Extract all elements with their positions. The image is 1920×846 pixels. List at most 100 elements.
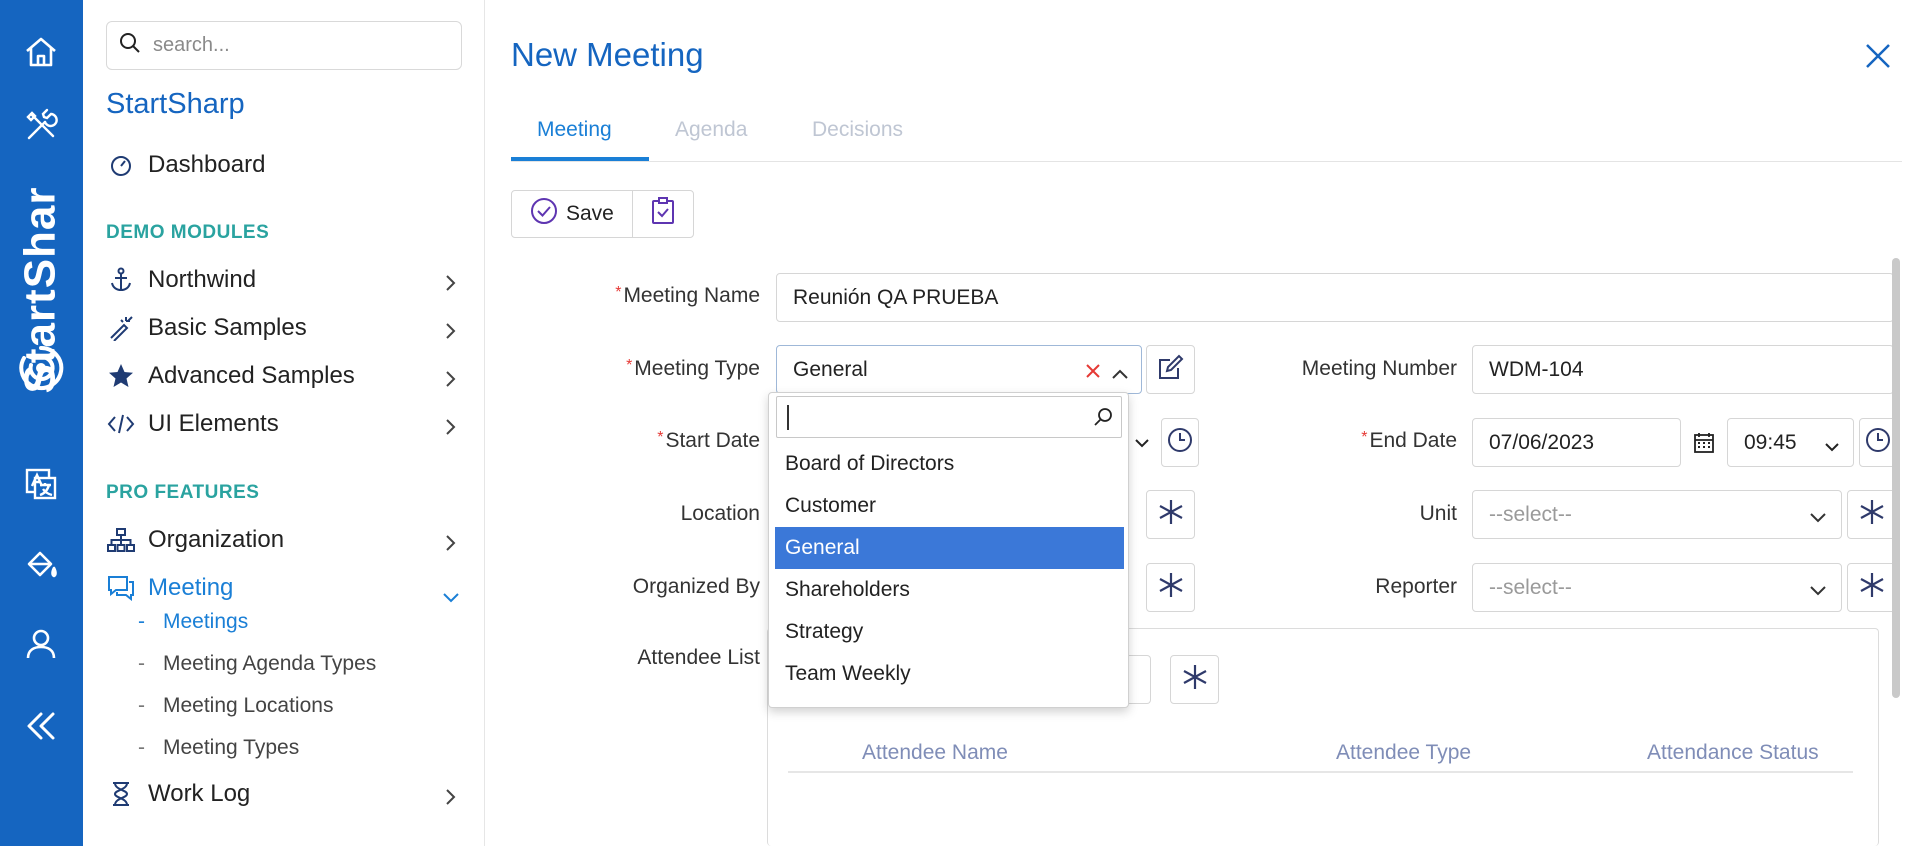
menu-label: Dashboard [148,151,266,178]
required-marker: * [657,429,664,446]
save-button[interactable]: Save [512,191,632,237]
chevron-right-icon [444,531,456,559]
meeting-type-dropdown: Board of Directors Customer General Shar… [768,392,1129,708]
sub-item-meeting-agenda-types[interactable]: - Meeting Agenda Types [138,652,376,676]
calendar-icon[interactable] [1686,418,1722,467]
label-text: Meeting Name [623,284,760,307]
menu-label: Advanced Samples [148,362,355,389]
menu-label: Northwind [148,266,257,293]
sub-item-meeting-locations[interactable]: - Meeting Locations [138,694,333,718]
meeting-type-value: General [793,357,868,381]
menu-item-northwind[interactable]: Northwind [106,262,466,298]
menu-search[interactable] [106,21,462,70]
dropdown-option[interactable]: Board of Directors [775,443,1124,485]
star-icon [106,361,136,391]
organized-by-add-button[interactable] [1146,563,1195,612]
reporter-add-button[interactable] [1847,563,1896,612]
reporter-placeholder: --select-- [1489,575,1572,599]
sub-item-meeting-types[interactable]: - Meeting Types [138,736,299,760]
edit-icon [1158,354,1184,385]
chevron-right-icon [444,415,456,443]
hourglass-icon [106,779,136,809]
required-marker: * [615,284,622,301]
close-icon[interactable] [1862,40,1894,72]
sub-item-label: Meetings [163,610,249,633]
menu-label: Work Log [148,780,251,807]
app-title[interactable]: StartSharp [106,88,245,121]
end-time-value: 09:45 [1744,430,1797,454]
unit-placeholder: --select-- [1489,502,1572,526]
edit-meeting-type-button[interactable] [1146,345,1195,394]
end-date-input[interactable]: 07/06/2023 [1472,418,1681,467]
chevron-down-icon [442,582,460,610]
brand-logo-icon [15,342,67,394]
reporter-label: Reporter [1375,575,1457,598]
asterisk-icon [1157,571,1185,604]
apply-changes-button[interactable] [631,191,693,237]
tab-meeting[interactable]: Meeting [537,118,612,142]
meeting-name-input[interactable]: Reunión QA PRUEBA [776,273,1894,322]
menu-item-dashboard[interactable]: Dashboard [106,147,466,183]
dropdown-option-selected[interactable]: General [775,527,1124,569]
column-attendance-status[interactable]: Attendance Status [1647,741,1819,765]
end-time-select[interactable]: 09:45 [1727,418,1854,467]
location-add-button[interactable] [1146,490,1195,539]
menu-item-organization[interactable]: Organization [106,522,466,558]
unit-add-button[interactable] [1847,490,1896,539]
start-date-label: *Start Date [580,429,760,453]
translate-icon[interactable] [17,460,65,508]
sub-item-label: Meeting Agenda Types [163,652,377,675]
meeting-type-label: *Meeting Type [580,357,760,381]
start-time-now-button[interactable] [1161,418,1199,467]
chevron-right-icon [444,367,456,395]
menu-item-meeting[interactable]: Meeting [106,570,466,606]
active-tab-indicator [511,157,649,161]
dropdown-option[interactable]: Customer [775,485,1124,527]
dropdown-option[interactable]: Strategy [775,611,1124,653]
meeting-type-select[interactable]: General [776,345,1142,394]
search-input[interactable] [151,33,431,58]
clear-icon[interactable] [1085,361,1101,385]
tab-agenda[interactable]: Agenda [675,118,747,142]
label-text: End Date [1369,429,1457,452]
dropdown-search-input[interactable] [776,396,1122,438]
required-marker: * [626,357,633,374]
home-icon[interactable] [17,28,65,76]
dropdown-option[interactable]: Shareholders [775,569,1124,611]
tools-icon[interactable] [17,102,65,150]
asterisk-icon [1181,663,1209,696]
menu-label: Organization [148,526,285,553]
label-text: Start Date [665,429,760,452]
chevron-right-icon [444,319,456,347]
attendee-add-button[interactable] [1170,655,1219,704]
meeting-number-input[interactable]: WDM-104 [1472,345,1894,394]
meeting-name-label: *Meeting Name [580,284,760,308]
column-attendee-type[interactable]: Attendee Type [1336,741,1471,765]
asterisk-icon [1157,498,1185,531]
unit-select[interactable]: --select-- [1472,490,1842,539]
tab-decisions[interactable]: Decisions [812,118,903,142]
menu-label: Meeting [148,574,234,601]
paint-bucket-icon[interactable] [17,540,65,588]
menu-item-ui-elements[interactable]: UI Elements [106,406,466,442]
dropdown-option[interactable]: Team Weekly [775,653,1124,695]
text-caret [787,405,789,430]
org-chart-icon [106,525,136,555]
menu-item-basic-samples[interactable]: Basic Samples [106,310,466,346]
menu-item-advanced-samples[interactable]: Advanced Samples [106,358,466,394]
dialog-scrollbar[interactable] [1892,258,1900,698]
grid-header-divider [788,771,1853,773]
chat-bubbles-icon [106,573,136,603]
column-attendee-name[interactable]: Attendee Name [862,741,1008,765]
reporter-select[interactable]: --select-- [1472,563,1842,612]
collapse-icon[interactable] [17,702,65,750]
user-icon[interactable] [17,620,65,668]
app-rail: StartShar [0,0,83,846]
menu-item-work-log[interactable]: Work Log [106,776,466,812]
sub-item-label: Meeting Locations [163,694,334,717]
required-marker: * [1361,429,1368,446]
sub-item-meetings[interactable]: - Meetings [138,610,248,634]
search-icon [119,32,141,59]
menu-label: UI Elements [148,410,279,437]
magic-wand-icon [106,313,136,343]
